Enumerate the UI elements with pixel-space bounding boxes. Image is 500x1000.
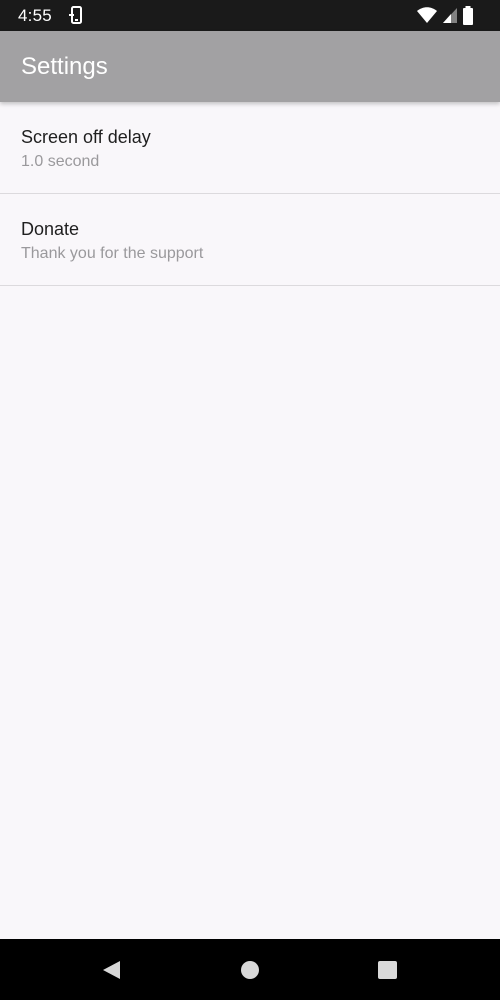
settings-list: Screen off delay 1.0 second Donate Thank…: [0, 102, 500, 939]
cell-signal-icon: [443, 8, 457, 23]
back-icon: [103, 961, 120, 979]
pref-summary: Thank you for the support: [21, 245, 204, 262]
recents-icon: [378, 961, 397, 979]
pref-screen-off-delay[interactable]: Screen off delay 1.0 second: [0, 102, 500, 194]
status-icons: [416, 6, 486, 25]
app-bar: Settings: [0, 31, 500, 102]
navigation-bar: [0, 939, 500, 1000]
page-title: Settings: [21, 53, 108, 80]
pref-title: Screen off delay: [21, 127, 151, 147]
status-time: 4:55: [18, 6, 52, 25]
status-bar: 4:55: [0, 0, 500, 31]
home-button[interactable]: [220, 939, 280, 1000]
recents-button[interactable]: [358, 939, 418, 1000]
back-button[interactable]: [81, 939, 141, 1000]
battery-icon: [463, 6, 473, 25]
wifi-icon: [417, 7, 437, 23]
home-icon: [241, 961, 259, 979]
pref-title: Donate: [21, 219, 80, 239]
pref-summary: 1.0 second: [21, 153, 100, 170]
phone-sync-icon: [68, 6, 82, 25]
pref-donate[interactable]: Donate Thank you for the support: [0, 194, 500, 286]
